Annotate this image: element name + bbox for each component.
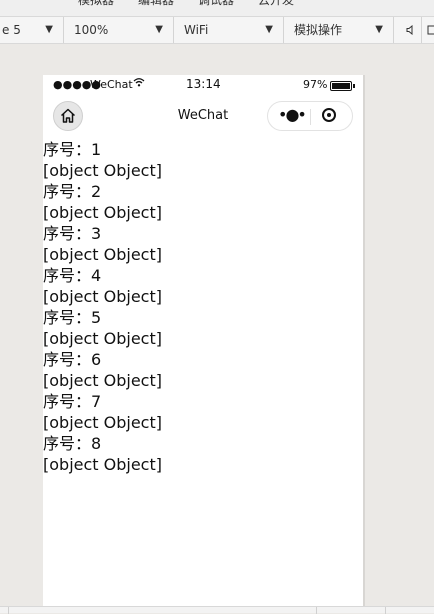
capsule-menu: •●• xyxy=(267,101,353,131)
index-label: 序号：5 xyxy=(43,308,102,327)
chevron-down-icon: ▼ xyxy=(375,24,383,35)
nav-bar: WeChat •●• xyxy=(43,95,363,139)
chevron-down-icon: ▼ xyxy=(265,24,273,35)
wifi-icon xyxy=(133,77,145,90)
operation-select-value: 模拟操作 xyxy=(294,23,343,37)
index-label: 序号：6 xyxy=(43,350,102,369)
object-text: [object Object] xyxy=(43,455,162,474)
target-icon[interactable] xyxy=(322,108,336,122)
object-text: [object Object] xyxy=(43,287,162,306)
object-text: [object Object] xyxy=(43,161,162,180)
object-text: [object Object] xyxy=(43,203,162,222)
speaker-icon[interactable] xyxy=(400,17,422,43)
target-dot xyxy=(327,113,331,117)
battery-fill xyxy=(332,83,350,89)
tab-simulator[interactable]: 模拟器 xyxy=(78,0,114,8)
phone-edge xyxy=(363,75,365,606)
status-time: 13:14 xyxy=(186,77,221,91)
rotate-icon[interactable] xyxy=(422,17,434,43)
device-select[interactable]: e 5 ▼ xyxy=(0,17,64,43)
index-label: 序号：1 xyxy=(43,140,102,159)
content-list: 序号：1 [object Object] 序号：2 [object Object] 序号… xyxy=(43,139,363,475)
status-bar: ●●●●● WeChat 13:14 97% xyxy=(43,75,363,95)
network-select-value: WiFi xyxy=(184,23,209,37)
object-text: [object Object] xyxy=(43,245,162,264)
tab-cloud-dev[interactable]: 云开发 xyxy=(258,0,294,8)
index-label: 序号：4 xyxy=(43,266,102,285)
operation-select[interactable]: 模拟操作 ▼ xyxy=(284,17,394,43)
index-label: 序号：7 xyxy=(43,392,102,411)
capsule-divider xyxy=(310,109,311,125)
index-label: 序号：3 xyxy=(43,224,102,243)
zoom-select-value: 100% xyxy=(74,23,109,37)
simulator-toolbar: e 5 ▼ 100% ▼ WiFi ▼ 模拟操作 ▼ xyxy=(0,16,434,44)
zoom-select[interactable]: 100% ▼ xyxy=(64,17,174,43)
chevron-down-icon: ▼ xyxy=(155,24,163,35)
bottom-status-bar xyxy=(0,606,434,614)
network-select[interactable]: WiFi ▼ xyxy=(174,17,284,43)
index-label: 序号：8 xyxy=(43,434,102,453)
battery-percent: 97% xyxy=(303,78,328,91)
index-label: 序号：2 xyxy=(43,182,102,201)
simulator-top-tabs: 模拟器 编辑器 调试器 云开发 xyxy=(0,0,434,16)
more-icon[interactable]: •●• xyxy=(278,105,307,124)
tab-debugger[interactable]: 调试器 xyxy=(198,0,234,8)
battery-nub xyxy=(353,84,355,88)
device-select-value: e 5 xyxy=(2,23,21,37)
tab-editor[interactable]: 编辑器 xyxy=(138,0,174,8)
carrier-name: WeChat xyxy=(90,78,133,91)
battery-icon xyxy=(330,81,355,91)
chevron-down-icon: ▼ xyxy=(45,24,53,35)
object-text: [object Object] xyxy=(43,413,162,432)
object-text: [object Object] xyxy=(43,371,162,390)
phone-screen: ●●●●● WeChat 13:14 97% WeChat •●• 序号：1 [… xyxy=(43,75,363,606)
object-text: [object Object] xyxy=(43,329,162,348)
